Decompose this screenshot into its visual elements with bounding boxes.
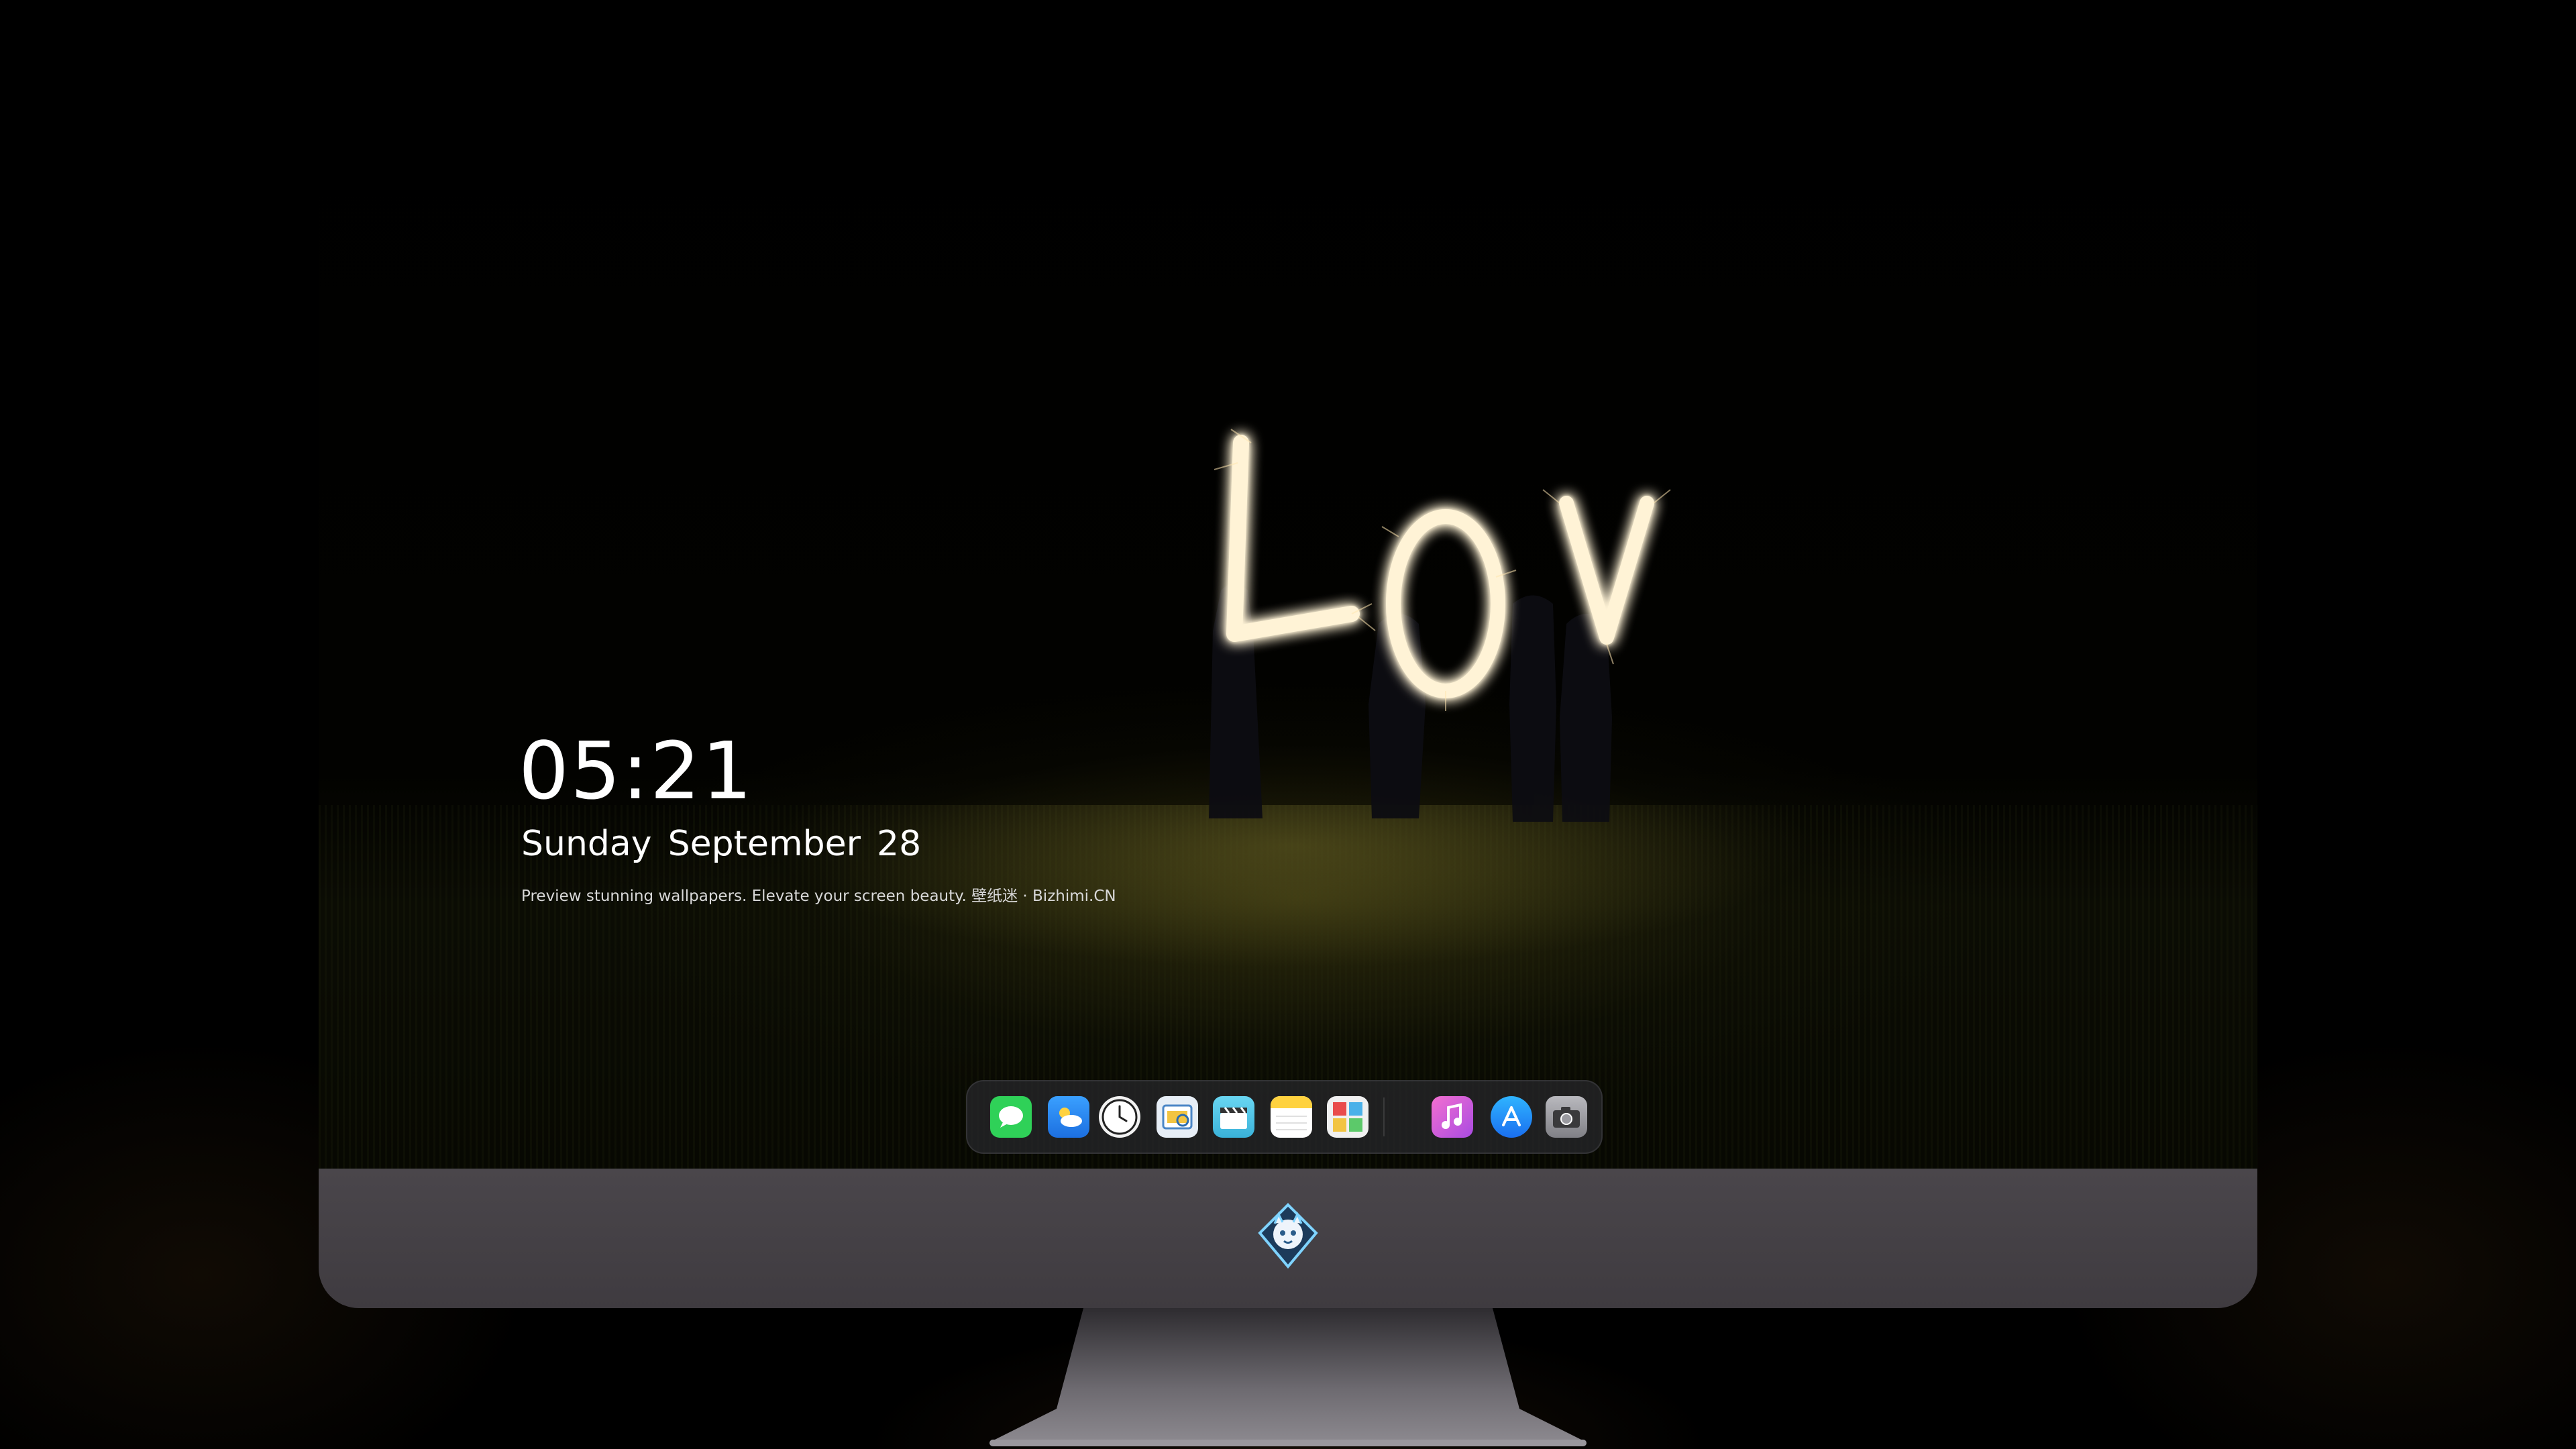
app-store-icon[interactable] <box>1491 1096 1532 1138</box>
preview-icon[interactable] <box>1157 1096 1198 1138</box>
dock-separator <box>1383 1097 1385 1136</box>
monitor: 05:21 Sunday September 28 Preview stunning… <box>319 0 2257 1308</box>
wallpaper-caption: Preview stunning wallpapers. Elevate you… <box>521 888 1116 905</box>
notes-icon[interactable] <box>1271 1096 1312 1138</box>
monitor-stand <box>989 1308 1587 1446</box>
camera-icon[interactable] <box>1546 1096 1587 1138</box>
desktop-background: 05:21 Sunday September 28 Preview stunning… <box>0 0 2576 1449</box>
photo-booth-icon[interactable] <box>1327 1096 1368 1138</box>
lock-clock: 05:21 <box>519 724 754 817</box>
lock-date: Sunday September 28 <box>521 824 937 864</box>
weather-icon[interactable] <box>1048 1096 1089 1138</box>
clips-icon[interactable] <box>1213 1096 1254 1138</box>
monitor-chin <box>319 1169 2257 1308</box>
sparkler-letters <box>1226 435 1654 698</box>
monitor-screen: 05:21 Sunday September 28 Preview stunning… <box>319 0 2257 1169</box>
date-day: 28 <box>877 824 922 864</box>
date-month: September <box>667 824 861 864</box>
mascot-logo-icon <box>1258 1203 1318 1269</box>
clock-icon[interactable] <box>1099 1096 1140 1138</box>
messages-icon[interactable] <box>990 1096 1032 1138</box>
dock <box>966 1080 1603 1154</box>
itunes-icon[interactable] <box>1432 1096 1473 1138</box>
date-weekday: Sunday <box>521 824 652 864</box>
wallpaper-sparkler-love <box>1209 429 1671 822</box>
